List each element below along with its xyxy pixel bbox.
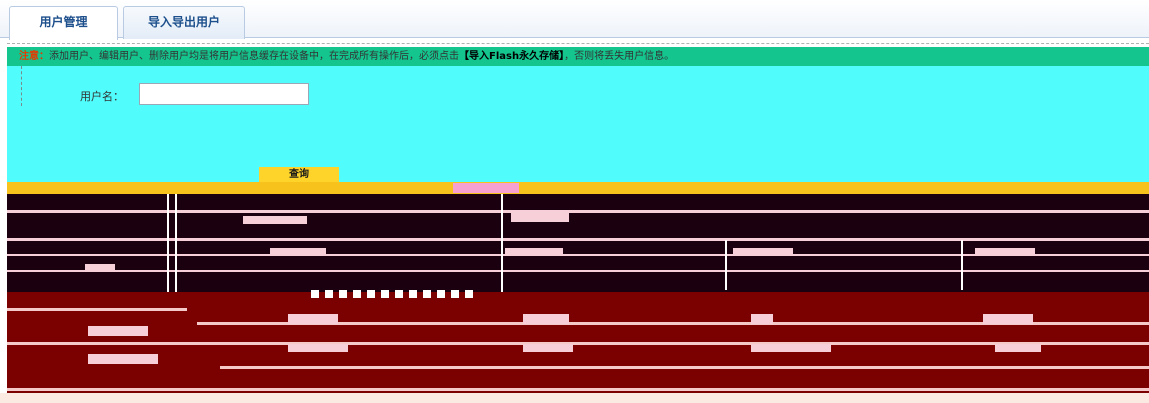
table-cell-block (975, 248, 1035, 254)
table-column-divider (961, 240, 963, 290)
tab-user-management[interactable]: 用户管理 (9, 6, 118, 40)
table-cell-block (733, 248, 793, 254)
toolbar-highlight (453, 183, 519, 193)
table-cell-block (511, 212, 569, 222)
table-cell-block (983, 314, 1033, 324)
username-input[interactable] (139, 83, 309, 105)
user-table-header-region (7, 194, 1149, 292)
toolbar-strip (7, 182, 1149, 194)
table-column-divider (167, 194, 169, 292)
pagination-bar (0, 393, 1149, 403)
table-cell-block (995, 344, 1041, 352)
username-label: 用户名： (80, 90, 124, 103)
tab-import-export-users[interactable]: 导入导出用户 (123, 6, 245, 39)
table-cell-block (751, 314, 773, 324)
search-form: 用户名： 查询 (7, 66, 1149, 183)
notice-text: 添加用户、编辑用户、删除用户均是将用户信息缓存在设备中，在完成所有操作后，必须点… (49, 51, 459, 62)
table-cell-block (523, 344, 573, 352)
table-separator (7, 254, 1149, 256)
table-cell-block (243, 216, 307, 224)
table-cell-block (288, 314, 338, 324)
table-cell-block (288, 344, 348, 352)
table-cell-block (505, 248, 563, 254)
table-cell-block (751, 344, 831, 352)
table-column-divider (175, 194, 177, 292)
table-row-line (7, 342, 1149, 345)
table-cell-block (523, 314, 569, 324)
form-divider (21, 66, 22, 106)
table-row-line (7, 388, 1149, 391)
loading-indicator (311, 290, 473, 298)
table-separator (7, 210, 1149, 213)
table-cell-block (88, 326, 148, 336)
notice-emphasis: 【导入Flash永久存储】 (459, 51, 565, 62)
table-row-line (220, 366, 1149, 369)
table-column-divider (725, 240, 727, 290)
table-row-line (7, 308, 187, 311)
table-column-divider (501, 194, 503, 292)
table-separator (7, 270, 1149, 272)
table-cell-block (270, 248, 326, 254)
query-button[interactable]: 查询 (259, 167, 339, 183)
notice-banner: 注意：添加用户、编辑用户、删除用户均是将用户信息缓存在设备中，在完成所有操作后，… (7, 47, 1149, 66)
user-management-page: 用户管理 导入导出用户 注意：添加用户、编辑用户、删除用户均是将用户信息缓存在设… (0, 0, 1149, 403)
notice-tail: ，否则将丢失用户信息。 (564, 51, 675, 62)
user-table-body-region (7, 292, 1149, 395)
table-separator (7, 238, 1149, 241)
table-cell-block (85, 264, 115, 272)
tab-bar: 用户管理 导入导出用户 (0, 0, 1149, 40)
table-cell-block (88, 354, 158, 364)
notice-lead: 注意： (19, 51, 49, 62)
